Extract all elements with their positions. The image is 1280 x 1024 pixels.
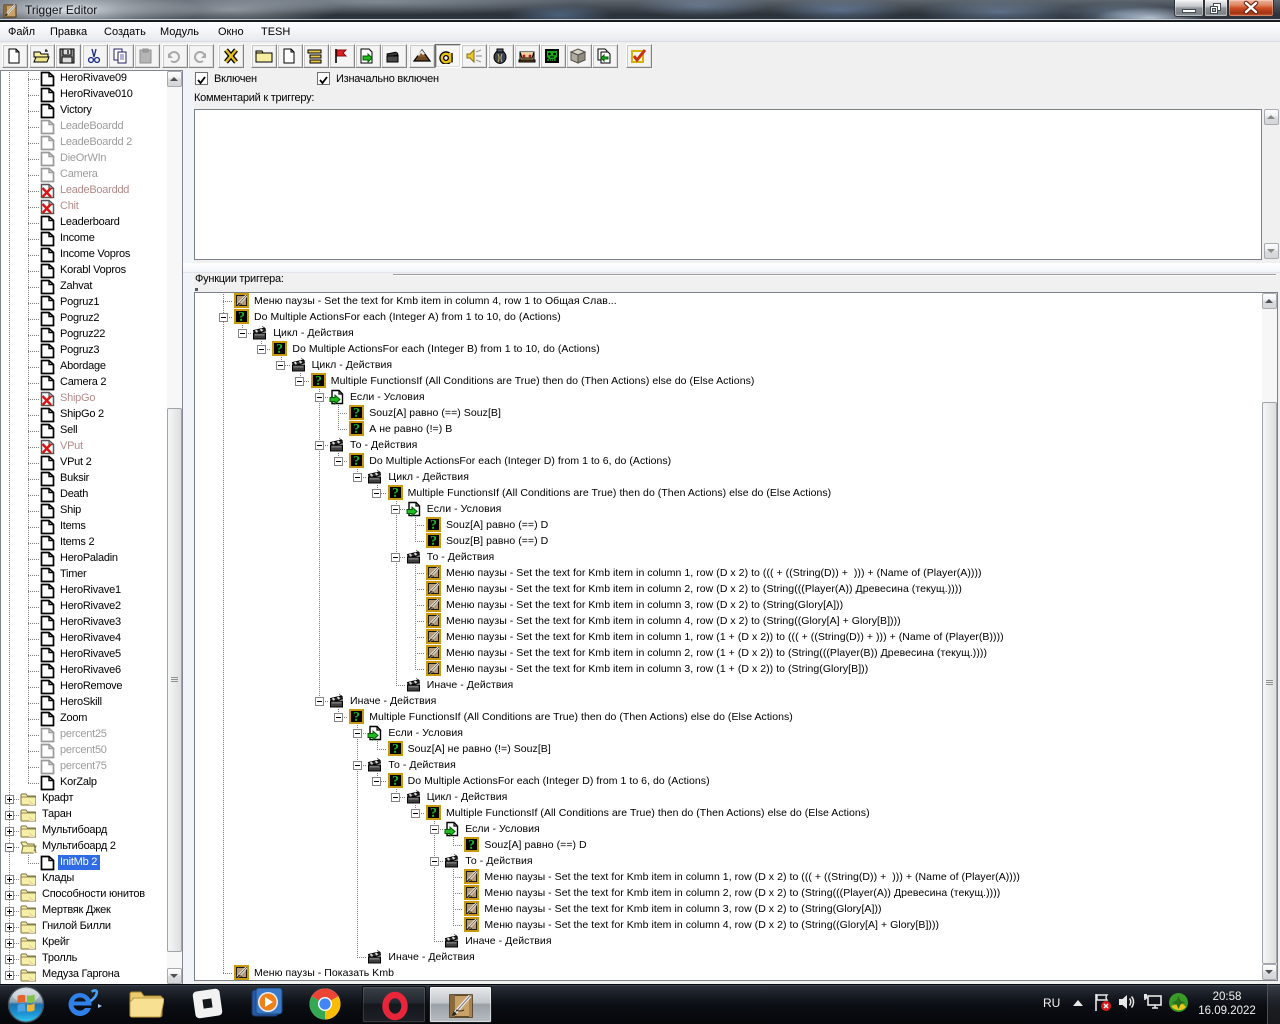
svg-text:?: ? [353, 454, 360, 469]
svg-text:?: ? [315, 374, 322, 389]
svg-text:?: ? [392, 742, 399, 757]
svg-text:?: ? [238, 310, 245, 325]
svg-text:?: ? [430, 806, 437, 821]
svg-text:?: ? [353, 422, 360, 437]
svg-text:?: ? [468, 838, 475, 853]
svg-text:?: ? [392, 774, 399, 789]
svg-text:?: ? [353, 406, 360, 421]
svg-text:?: ? [353, 710, 360, 725]
svg-text:?: ? [392, 486, 399, 501]
svg-text:?: ? [430, 534, 437, 549]
svg-text:?: ? [430, 518, 437, 533]
svg-text:?: ? [276, 342, 283, 357]
